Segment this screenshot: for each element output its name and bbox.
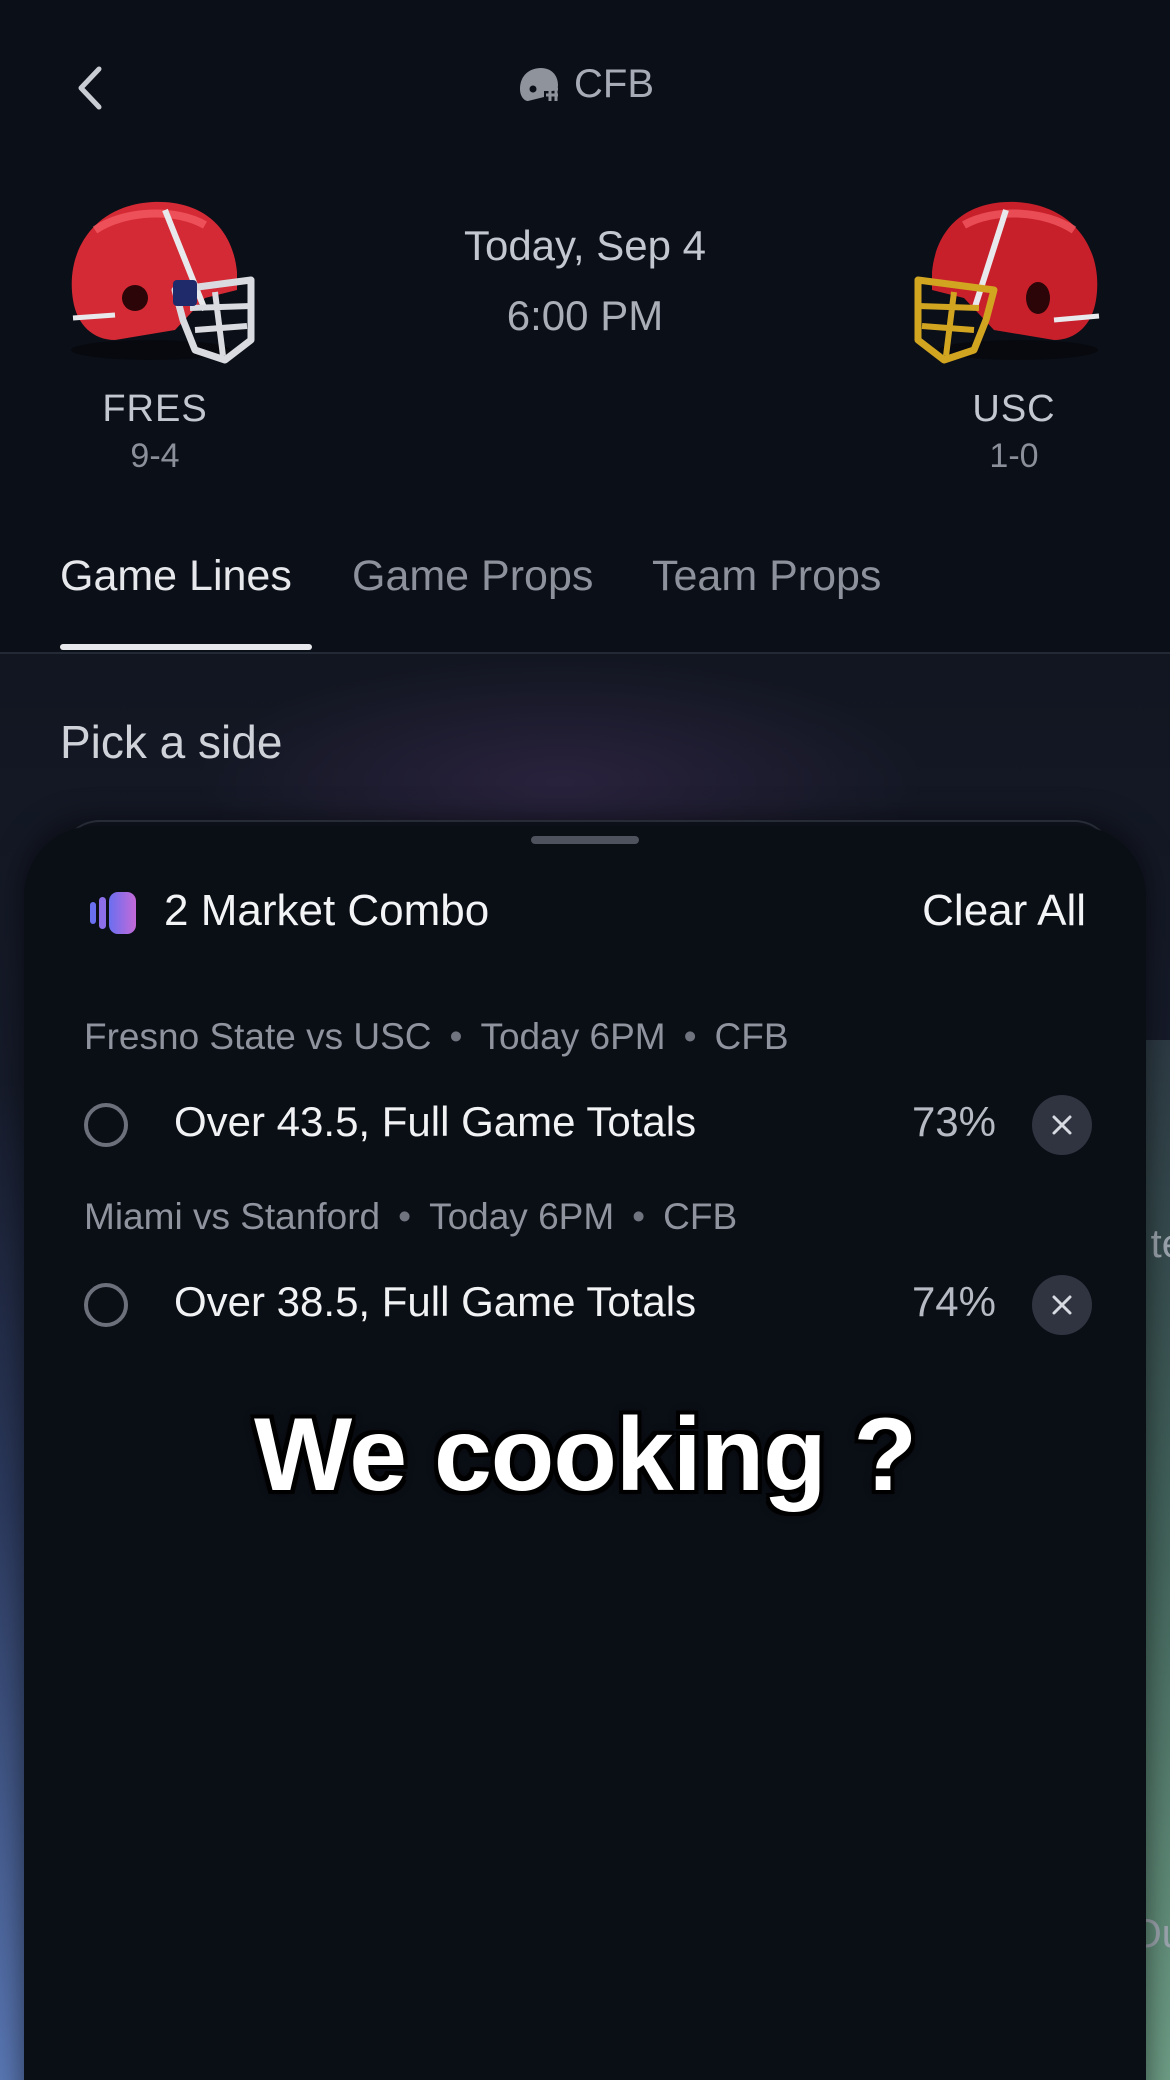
combo-title: 2 Market Combo bbox=[164, 886, 490, 935]
separator-dot: • bbox=[632, 1196, 646, 1237]
tab-team-props[interactable]: Team Props bbox=[652, 552, 881, 601]
combo-icon bbox=[90, 892, 136, 934]
separator-dot: • bbox=[683, 1016, 697, 1057]
leg-row[interactable]: Over 38.5, Full Game Totals 74% bbox=[84, 1272, 1092, 1342]
leg-meta: Fresno State vs USC • Today 6PM • CFB bbox=[84, 1016, 789, 1058]
clear-all-button[interactable]: Clear All bbox=[922, 886, 1086, 936]
close-icon bbox=[1052, 1115, 1072, 1135]
league-name: CFB bbox=[574, 62, 654, 106]
team-record: 1-0 bbox=[989, 437, 1039, 475]
league-label: CFB bbox=[0, 62, 1170, 107]
leg-row[interactable]: Over 43.5, Full Game Totals 73% bbox=[84, 1092, 1092, 1162]
close-icon bbox=[1052, 1295, 1072, 1315]
leg-percent: 74% bbox=[911, 1278, 996, 1325]
football-helmet-icon bbox=[520, 67, 558, 101]
leg-pick: Over 43.5, Full Game Totals bbox=[174, 1098, 697, 1145]
background-peek-text: te bbox=[1150, 1222, 1170, 1266]
leg-time: Today 6PM bbox=[480, 1016, 666, 1057]
leg-matchup: Miami vs Stanford bbox=[84, 1196, 381, 1237]
leg-matchup: Fresno State vs USC bbox=[84, 1016, 432, 1057]
combo-header: 2 Market Combo Clear All bbox=[88, 880, 1086, 950]
screen: te Ou CFB FRES bbox=[0, 0, 1170, 2080]
top-bar: CFB bbox=[0, 0, 1170, 170]
leg-meta: Miami vs Stanford • Today 6PM • CFB bbox=[84, 1196, 737, 1238]
leg-league: CFB bbox=[663, 1196, 738, 1237]
market-tabs: Game Lines Game Props Team Props bbox=[0, 540, 1170, 654]
video-caption: We cooking ? bbox=[253, 1397, 917, 1513]
sheet-grabber[interactable] bbox=[531, 836, 639, 844]
leg-percent: 73% bbox=[911, 1098, 996, 1145]
separator-dot: • bbox=[398, 1196, 412, 1237]
tab-game-lines[interactable]: Game Lines bbox=[60, 552, 292, 601]
section-title: Pick a side bbox=[60, 716, 283, 768]
leg-league: CFB bbox=[714, 1016, 789, 1057]
remove-leg-button[interactable] bbox=[1032, 1095, 1092, 1155]
team-abbreviation: FRES bbox=[102, 388, 208, 430]
leg-pick: Over 38.5, Full Game Totals bbox=[174, 1278, 697, 1325]
leg-radio[interactable] bbox=[84, 1283, 128, 1327]
active-tab-indicator bbox=[60, 644, 312, 650]
remove-leg-button[interactable] bbox=[1032, 1275, 1092, 1335]
separator-dot: • bbox=[449, 1016, 463, 1057]
leg-radio[interactable] bbox=[84, 1103, 128, 1147]
team-record: 9-4 bbox=[130, 437, 180, 475]
football-helmet-icon bbox=[914, 201, 1100, 364]
team-abbreviation: USC bbox=[972, 388, 1056, 430]
tab-game-props[interactable]: Game Props bbox=[352, 552, 593, 601]
away-team[interactable]: USC 1-0 bbox=[904, 180, 1124, 476]
leg-time: Today 6PM bbox=[429, 1196, 615, 1237]
